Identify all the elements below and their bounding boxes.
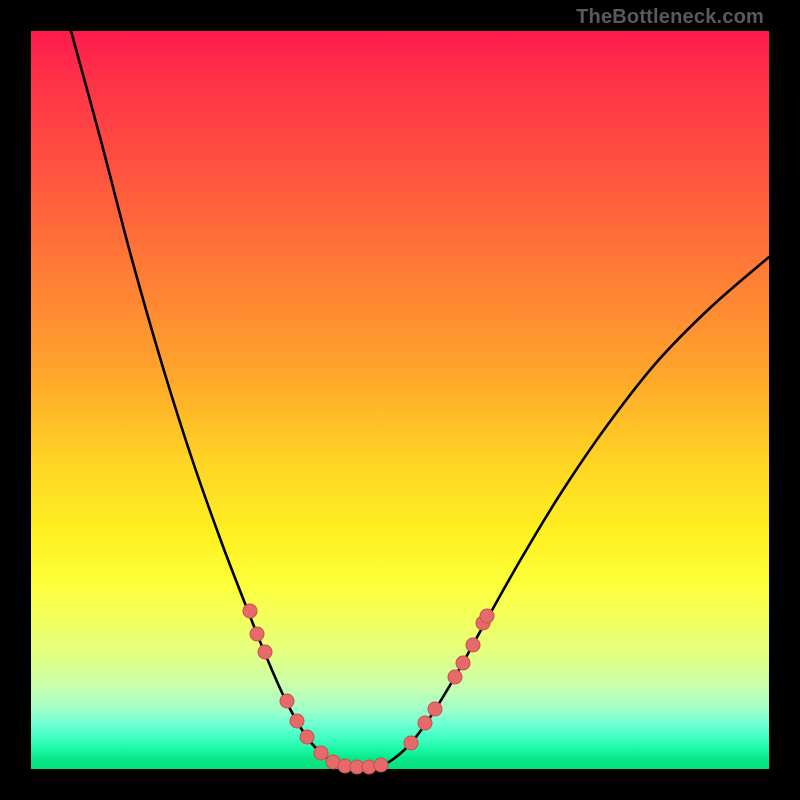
curve-marker — [250, 627, 264, 641]
chart-frame: TheBottleneck.com — [0, 0, 800, 800]
curve-marker — [290, 714, 304, 728]
curve-marker — [314, 746, 328, 760]
curve-marker — [480, 609, 494, 623]
curve-marker — [280, 694, 294, 708]
watermark-text: TheBottleneck.com — [576, 6, 764, 29]
curve-marker — [466, 638, 480, 652]
curve-svg — [31, 31, 769, 769]
curve-marker — [404, 736, 418, 750]
curve-marker — [456, 656, 470, 670]
curve-marker — [258, 645, 272, 659]
curve-marker — [374, 758, 388, 772]
curve-marker — [243, 604, 257, 618]
curve-marker — [418, 716, 432, 730]
bottleneck-curve — [71, 31, 769, 767]
curve-marker — [428, 702, 442, 716]
plot-area — [31, 31, 769, 769]
curve-marker — [300, 730, 314, 744]
curve-marker — [448, 670, 462, 684]
